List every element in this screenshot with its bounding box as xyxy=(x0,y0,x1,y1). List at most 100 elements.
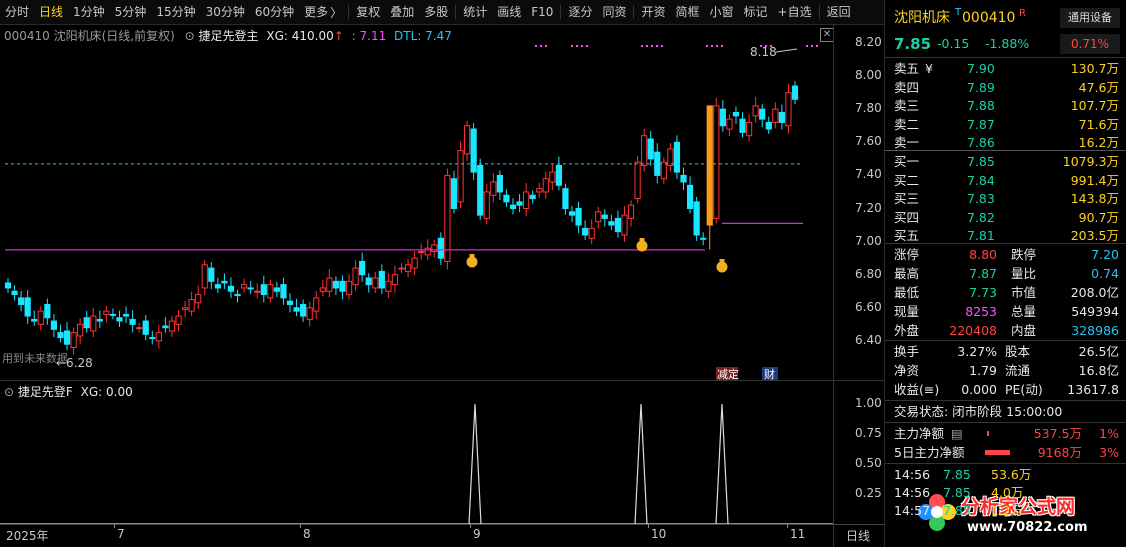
bid-price: 7.81 xyxy=(967,228,995,243)
toolbar-item[interactable]: 1分钟 xyxy=(68,0,110,24)
candle-body xyxy=(286,300,294,305)
ask-row[interactable]: 卖三 7.88 107.7万 xyxy=(885,96,1126,115)
tick-row[interactable]: 14:56 7.85 4.0万 xyxy=(885,483,1126,502)
period-box[interactable]: 日线 xyxy=(833,524,885,547)
ask-row[interactable]: 卖一 7.86 16.2万 xyxy=(885,133,1126,152)
candle-body xyxy=(634,161,641,200)
candle-body xyxy=(201,264,208,289)
high-price-label: 8.18 xyxy=(750,45,777,59)
stat-value: 7.73 xyxy=(969,285,997,300)
price-tick-label: 7.60 xyxy=(855,134,882,149)
toolbar-item[interactable]: 复权 xyxy=(351,0,385,24)
toolbar-item[interactable]: 15分钟 xyxy=(151,0,200,24)
candle-body xyxy=(713,105,720,219)
toolbar-item[interactable]: 叠加 xyxy=(385,0,419,24)
candle-body xyxy=(313,297,320,312)
bid-label: 买四 xyxy=(894,209,920,225)
toolbar-item[interactable]: 返回 xyxy=(822,0,856,24)
toolbar-item[interactable]: 画线 xyxy=(492,0,526,24)
candle-body xyxy=(523,191,530,209)
more-arrow-icon[interactable]: 〉 xyxy=(330,4,346,21)
x-axis-label: 9 xyxy=(473,527,481,541)
candle-body xyxy=(450,178,458,210)
stat-row[interactable]: 换手 3.27% 股本 26.5亿 xyxy=(885,342,1126,361)
stat-row[interactable]: 外盘 220408 内盘 328986 xyxy=(885,321,1126,340)
candle-body xyxy=(503,194,510,203)
candle-body xyxy=(339,280,346,292)
bid-volume: 203.5万 xyxy=(1070,228,1119,243)
toolbar-item[interactable]: 5分钟 xyxy=(110,0,152,24)
industry-tag[interactable]: 通用设备 xyxy=(1060,8,1120,28)
candle-body xyxy=(536,188,543,193)
candlestick-chart[interactable]: 8.18←6.28用到未来数据减定财 xyxy=(0,40,884,380)
stat-label: 市值 xyxy=(1011,285,1037,300)
capital-row[interactable]: 5日主力净额 9168万 3% xyxy=(885,443,1126,462)
sub-tick-label: 0.25 xyxy=(855,486,882,500)
bid-label: 买二 xyxy=(894,172,920,188)
stat-value: 0.000 xyxy=(961,382,997,397)
price-change: -0.15 xyxy=(937,36,970,51)
toolbar-item[interactable]: 逐分 xyxy=(563,0,597,24)
bid-row[interactable]: 买二 7.84 991.4万 xyxy=(885,171,1126,190)
tick-row[interactable]: 14:57 7.85 1.2万 xyxy=(885,501,1126,520)
stat-value: 7.87 xyxy=(969,266,997,281)
tick-time: 14:56 xyxy=(894,467,931,482)
toolbar-item[interactable]: 60分钟 xyxy=(250,0,299,24)
x-tick xyxy=(648,524,649,528)
toolbar-item[interactable]: 分时 xyxy=(0,0,34,24)
bid-row[interactable]: 买三 7.83 143.8万 xyxy=(885,189,1126,208)
stat-row[interactable]: 最低 7.73 市值 208.0亿 xyxy=(885,283,1126,302)
money-bag-icon[interactable] xyxy=(466,254,478,268)
toolbar-item[interactable]: 标记 xyxy=(739,0,773,24)
stat-row[interactable]: 收益(≡) 0.000 PE(动) 13617.8 xyxy=(885,380,1126,399)
bid-label: 买三 xyxy=(894,191,920,206)
candle-body xyxy=(568,211,576,216)
trade-status-text: 交易状态: 闭市阶段 15:00:00 xyxy=(894,404,1063,419)
signal-dot xyxy=(641,45,643,47)
toolbar-item[interactable]: 更多 xyxy=(299,0,333,24)
bid-row[interactable]: 买五 7.81 203.5万 xyxy=(885,226,1126,245)
ask-row[interactable]: 卖五 ¥7.90 130.7万 xyxy=(885,59,1126,78)
stat-label: 外盘 xyxy=(894,323,920,338)
candle-body xyxy=(31,318,38,322)
toolbar-item[interactable]: 30分钟 xyxy=(201,0,250,24)
sub-indicator-chart[interactable] xyxy=(0,380,884,525)
candle-body xyxy=(483,191,490,219)
stat-row[interactable]: 现量 8253 总量 549394 xyxy=(885,302,1126,321)
money-bag-icon[interactable] xyxy=(636,238,648,252)
bid-price: 7.85 xyxy=(967,154,995,169)
tick-row[interactable]: 14:56 7.85 53.6万 xyxy=(885,465,1126,484)
toolbar-item[interactable]: 日线 xyxy=(34,0,68,24)
toolbar-item[interactable]: 简框 xyxy=(670,0,704,24)
candle-body xyxy=(582,227,589,236)
stat-row[interactable]: 最高 7.87 量比 0.74 xyxy=(885,264,1126,283)
sub-tick-label: 0.50 xyxy=(855,456,882,470)
toolbar-item[interactable]: F10 xyxy=(526,0,558,24)
stat-row[interactable]: 净资 1.79 流通 16.8亿 xyxy=(885,361,1126,380)
capital-row[interactable]: 主力净额 ▤ 537.5万 1% xyxy=(885,424,1126,443)
candle-body xyxy=(306,307,313,320)
toolbar-item[interactable]: 开资 xyxy=(636,0,670,24)
candle-body xyxy=(247,287,254,290)
toolbar-item[interactable]: 同资 xyxy=(597,0,631,24)
stat-label: 换手 xyxy=(894,344,920,359)
candle-body xyxy=(418,251,425,254)
bid-row[interactable]: 买四 7.82 90.7万 xyxy=(885,208,1126,227)
candle-body xyxy=(227,285,235,292)
ask-row[interactable]: 卖四 7.89 47.6万 xyxy=(885,78,1126,97)
candle-body xyxy=(195,294,202,304)
stat-value: 1.79 xyxy=(969,363,997,378)
toolbar-item[interactable]: 多股 xyxy=(419,0,453,24)
stat-row[interactable]: 涨停 8.80 跌停 7.20 xyxy=(885,245,1126,264)
toolbar-item[interactable]: +自选 xyxy=(773,0,817,24)
money-bag-icon[interactable] xyxy=(716,259,728,273)
chart-toolbar: 分时 日线 1分钟 5分钟 15分钟 30分钟 60分钟 更多〉复权 叠加 多股 统计 画线 F10 逐分… xyxy=(0,0,884,25)
toolbar-item[interactable]: 统计 xyxy=(458,0,492,24)
ask-row[interactable]: 卖二 7.87 71.6万 xyxy=(885,115,1126,134)
toolbar-item[interactable]: 小窗 xyxy=(705,0,739,24)
bid-row[interactable]: 买一 7.85 1079.3万 xyxy=(885,152,1126,171)
ask-label: 卖五 xyxy=(894,61,920,76)
capital-value: 537.5万 xyxy=(1033,426,1082,441)
signal-spike xyxy=(715,403,729,525)
candle-body xyxy=(116,317,123,322)
